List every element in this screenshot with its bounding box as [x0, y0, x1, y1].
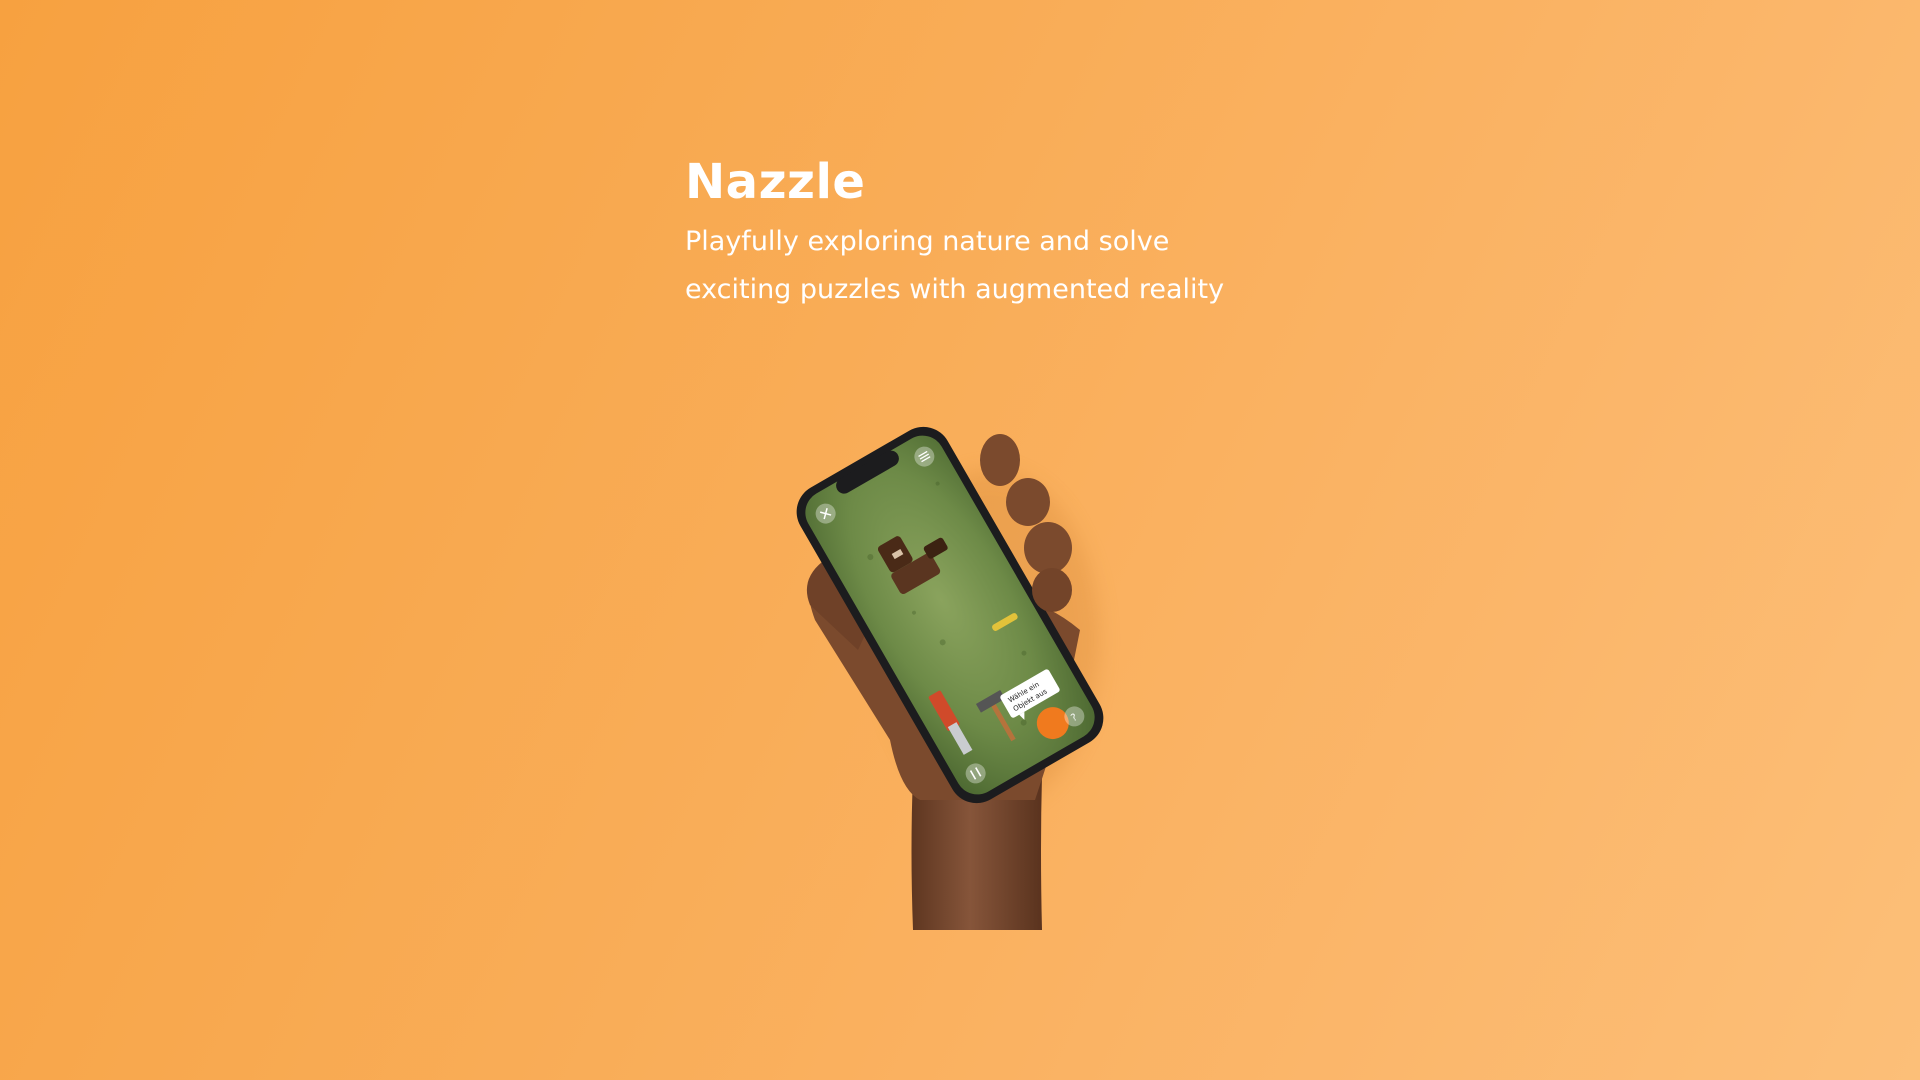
hero-section: Nazzle Playfully exploring nature and so…	[685, 150, 1385, 314]
app-subtitle: Playfully exploring nature and solve exc…	[685, 218, 1385, 314]
hand-phone-graphic: Wähle ein Objekt aus ?	[796, 426, 1104, 930]
subtitle-line-2: exciting puzzles with augmented reality	[685, 274, 1225, 305]
app-title: Nazzle	[685, 154, 866, 210]
subtitle-line-1: Playfully exploring nature and solve	[685, 226, 1170, 257]
hand-holding-phone-illustration: Wähle ein Objekt aus ?	[780, 380, 1140, 930]
